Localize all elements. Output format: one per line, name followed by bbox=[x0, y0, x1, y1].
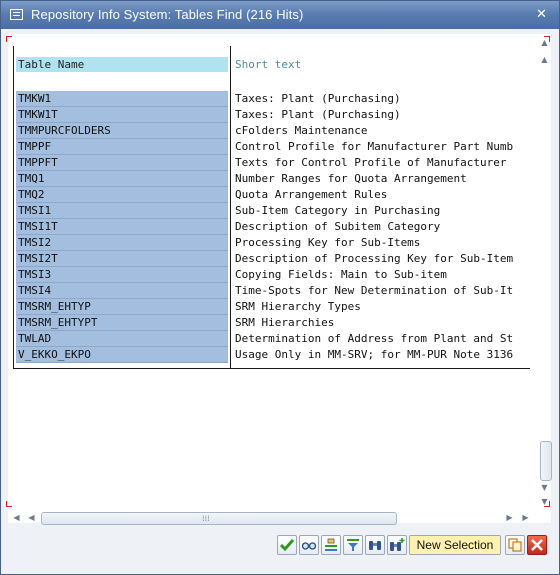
window-icon bbox=[10, 9, 23, 20]
scroll-right-icon[interactable]: ▶ bbox=[503, 511, 516, 524]
short-text-cell: Number Ranges for Quota Arrangement bbox=[235, 172, 467, 185]
new-selection-button[interactable]: New Selection bbox=[409, 535, 501, 555]
short-text-cell: Taxes: Plant (Purchasing) bbox=[235, 108, 401, 121]
table-row[interactable]: TMSI1 Sub-Item Category in Purchasing bbox=[14, 203, 530, 219]
table-row[interactable]: V_EKKO_EKPO Usage Only in MM-SRV; for MM-… bbox=[14, 347, 530, 363]
scroll-down-icon[interactable]: ▼ bbox=[538, 495, 551, 508]
short-text-cell: Copying Fields: Main to Sub-item bbox=[235, 268, 447, 281]
short-text-cell: Control Profile for Manufacturer Part Nu… bbox=[235, 140, 514, 153]
table-name-cell[interactable]: TMSI1T bbox=[16, 219, 228, 235]
short-text-cell: Sub-Item Category in Purchasing bbox=[235, 204, 441, 217]
focus-corner-marker bbox=[6, 501, 12, 507]
find-button[interactable] bbox=[365, 535, 385, 555]
copy-button[interactable] bbox=[505, 535, 525, 555]
window-title: Repository Info System: Tables Find (216… bbox=[31, 7, 304, 22]
display-button[interactable] bbox=[299, 535, 319, 555]
short-text-cell: SRM Hierarchy Types bbox=[235, 300, 361, 313]
column-header-short-text[interactable]: Short text bbox=[235, 57, 301, 72]
table-name-cell[interactable]: TMSI4 bbox=[16, 283, 228, 299]
table-name-cell[interactable]: TMSI3 bbox=[16, 267, 228, 283]
focus-corner-marker bbox=[6, 36, 12, 42]
cancel-button[interactable] bbox=[527, 535, 547, 555]
table-row[interactable]: TMPPFT Texts for Control Profile of Manuf… bbox=[14, 155, 530, 171]
title-bar[interactable]: Repository Info System: Tables Find (216… bbox=[1, 1, 559, 29]
table-name-cell[interactable]: TMPPF bbox=[16, 139, 228, 155]
tables-find-dialog: Repository Info System: Tables Find (216… bbox=[0, 0, 560, 575]
scroll-right-icon[interactable]: ▶ bbox=[519, 511, 532, 524]
table-row[interactable]: TMQ1 Number Ranges for Quota Arrangement bbox=[14, 171, 530, 187]
table-name-cell[interactable]: TMSI2T bbox=[16, 251, 228, 267]
table-name-cell[interactable]: TMSI2 bbox=[16, 235, 228, 251]
short-text-cell: Description of Subitem Category bbox=[235, 220, 441, 233]
table-name-cell[interactable]: TMSI1 bbox=[16, 203, 228, 219]
table-name-cell[interactable]: TMMPURCFOLDERS bbox=[16, 123, 228, 139]
table-name-cell[interactable]: TMQ2 bbox=[16, 187, 228, 203]
table-row[interactable]: TMKW1T Taxes: Plant (Purchasing) bbox=[14, 107, 530, 123]
binoculars-plus-icon bbox=[390, 538, 405, 551]
copy-icon bbox=[508, 538, 522, 552]
short-text-cell: Usage Only in MM-SRV; for MM-PUR Note 31… bbox=[235, 348, 514, 361]
find-next-button[interactable] bbox=[387, 535, 407, 555]
glasses-icon bbox=[301, 542, 317, 550]
filter-icon bbox=[347, 539, 359, 551]
table-row[interactable]: TMSRM_EHTYP SRM Hierarchy Types bbox=[14, 299, 530, 315]
table-row[interactable]: TMSI2 Processing Key for Sub-Items bbox=[14, 235, 530, 251]
horizontal-scrollbar[interactable]: ◀ ◀ ⁞⁞⁞ ▶ ▶ bbox=[8, 512, 551, 525]
short-text-cell: Texts for Control Profile of Manufacture… bbox=[235, 156, 507, 169]
check-icon bbox=[279, 539, 295, 552]
scroll-up-icon[interactable]: ▲ bbox=[538, 36, 551, 49]
grip-icon: ⁞⁞⁞ bbox=[202, 514, 210, 523]
select-icon bbox=[325, 538, 337, 551]
short-text-cell: Processing Key for Sub-Items bbox=[235, 236, 421, 249]
short-text-cell: Time-Spots for New Determination of Sub-… bbox=[235, 284, 514, 297]
table-row[interactable]: TMSI1T Description of Subitem Category bbox=[14, 219, 530, 235]
table-name-cell[interactable]: TMQ1 bbox=[16, 171, 228, 187]
scroll-down-icon[interactable]: ▼ bbox=[538, 481, 551, 494]
table-row[interactable]: TMSI2T Description of Processing Key for … bbox=[14, 251, 530, 267]
table-row[interactable]: TMKW1 Taxes: Plant (Purchasing) bbox=[14, 91, 530, 107]
table-row[interactable]: TMSRM_EHTYPT SRM Hierarchies bbox=[14, 315, 530, 331]
short-text-cell: cFolders Maintenance bbox=[235, 124, 368, 137]
table-name-cell[interactable]: TMSRM_EHTYPT bbox=[16, 315, 228, 331]
cancel-icon bbox=[531, 539, 543, 551]
table-name-cell[interactable]: TMSRM_EHTYP bbox=[16, 299, 228, 315]
binoculars-icon bbox=[369, 541, 381, 550]
vertical-scrollbar[interactable]: ▲ ▲ ▼ ▼ bbox=[538, 36, 552, 508]
table-name-cell[interactable]: TMKW1T bbox=[16, 107, 228, 123]
short-text-cell: SRM Hierarchies bbox=[235, 316, 335, 329]
short-text-cell: Description of Processing Key for Sub-It… bbox=[235, 252, 514, 265]
table-row[interactable]: TMSI4 Time-Spots for New Determination of… bbox=[14, 283, 530, 299]
table-name-cell[interactable]: TMPPFT bbox=[16, 155, 228, 171]
select-button[interactable] bbox=[321, 535, 341, 555]
table-row[interactable]: TMQ2 Quota Arrangement Rules bbox=[14, 187, 530, 203]
short-text-cell: Quota Arrangement Rules bbox=[235, 188, 388, 201]
table-row[interactable]: TMMPURCFOLDERS cFolders Maintenance bbox=[14, 123, 530, 139]
table-row[interactable]: TMPPF Control Profile for Manufacturer Pa… bbox=[14, 139, 530, 155]
column-header-table-name[interactable]: Table Name bbox=[18, 57, 84, 72]
short-text-cell: Determination of Address from Plant and … bbox=[235, 332, 514, 345]
tables-list: Table Name Short text TMKW1 Taxes: Plant … bbox=[13, 46, 530, 369]
table-name-cell[interactable]: TWLAD bbox=[16, 331, 228, 347]
table-name-cell[interactable]: V_EKKO_EKPO bbox=[16, 347, 228, 363]
close-icon[interactable]: ✕ bbox=[534, 7, 549, 22]
short-text-cell: Taxes: Plant (Purchasing) bbox=[235, 92, 401, 105]
table-name-cell[interactable]: TMKW1 bbox=[16, 91, 228, 107]
scroll-left-icon[interactable]: ◀ bbox=[10, 511, 23, 524]
vertical-scroll-thumb[interactable] bbox=[540, 441, 552, 481]
table-row[interactable]: TWLAD Determination of Address from Plant… bbox=[14, 331, 530, 347]
table-row[interactable]: TMSI3 Copying Fields: Main to Sub-item bbox=[14, 267, 530, 283]
scroll-up-icon[interactable]: ▲ bbox=[538, 53, 551, 66]
continue-button[interactable] bbox=[277, 535, 297, 555]
scroll-left-icon[interactable]: ◀ bbox=[25, 511, 38, 524]
filter-button[interactable] bbox=[343, 535, 363, 555]
horizontal-scroll-thumb[interactable]: ⁞⁞⁞ bbox=[41, 512, 397, 525]
